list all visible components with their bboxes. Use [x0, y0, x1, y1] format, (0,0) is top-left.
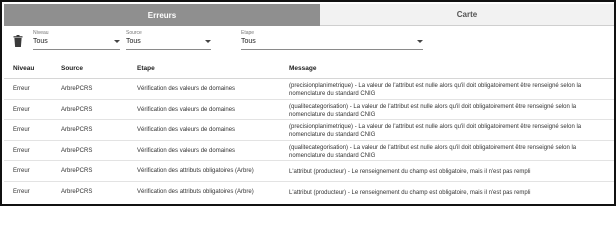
source-value: Tous — [126, 38, 141, 45]
etape-underline — [241, 49, 423, 50]
niveau-label: Niveau — [33, 30, 49, 36]
etape-select[interactable]: Etape Tous — [241, 30, 423, 52]
header-niveau[interactable]: Niveau — [13, 65, 34, 72]
cell-etape: Vérification des valeurs de domaines — [137, 147, 236, 154]
errors-table: Niveau Source Etape Message Erreur Arbre… — [4, 59, 614, 202]
cell-niveau: Erreur — [13, 168, 30, 174]
source-label: Source — [126, 30, 142, 36]
table-row[interactable]: Erreur ArbrePCRS Vérification des attrib… — [4, 161, 614, 182]
table-row[interactable]: Erreur ArbrePCRS Vérification des attrib… — [4, 182, 614, 203]
cell-etape: Vérification des valeurs de domaines — [137, 86, 236, 92]
trash-icon[interactable] — [13, 35, 23, 47]
cell-source: ArbrePCRS — [61, 86, 93, 92]
cell-message: (precisionplanimetrique) - La valeur de … — [289, 83, 582, 97]
chevron-down-icon — [417, 40, 423, 43]
cell-message: (precisionplanimetrique) - La valeur de … — [289, 124, 582, 138]
cell-niveau: Erreur — [13, 147, 30, 154]
source-select[interactable]: Source Tous — [126, 30, 211, 52]
niveau-value: Tous — [33, 38, 48, 45]
error-report-panel: Erreurs Carte Niveau Tous Source Tous Et… — [0, 0, 616, 206]
cell-source: ArbrePCRS — [61, 127, 93, 133]
cell-source: ArbrePCRS — [61, 106, 93, 113]
cell-etape: Vérification des valeurs de domaines — [137, 106, 236, 113]
cell-source: ArbrePCRS — [61, 147, 93, 154]
filter-bar: Niveau Tous Source Tous Etape Tous — [4, 26, 614, 56]
cell-source: ArbrePCRS — [61, 188, 93, 195]
cell-niveau: Erreur — [13, 127, 30, 133]
tab-carte[interactable]: Carte — [320, 4, 614, 26]
etape-label: Etape — [241, 30, 255, 36]
chevron-down-icon — [114, 40, 120, 43]
cell-etape: Vérification des valeurs de domaines — [137, 127, 236, 133]
chevron-down-icon — [205, 40, 211, 43]
header-source[interactable]: Source — [61, 65, 83, 72]
cell-message: (qualitecategorisation) - La valeur de l… — [289, 144, 577, 159]
cell-message: L'attribut (producteur) - Le renseigneme… — [289, 189, 531, 196]
etape-value: Tous — [241, 38, 256, 45]
table-row[interactable]: Erreur ArbrePCRS Vérification des valeur… — [4, 100, 614, 120]
cell-etape: Vérification des attributs obligatoires … — [137, 168, 254, 174]
niveau-select[interactable]: Niveau Tous — [33, 30, 120, 52]
cell-niveau: Erreur — [13, 106, 30, 113]
cell-niveau: Erreur — [13, 188, 30, 195]
cell-source: ArbrePCRS — [61, 168, 93, 174]
table-row[interactable]: Erreur ArbrePCRS Vérification des valeur… — [4, 120, 614, 141]
source-underline — [126, 49, 211, 50]
table-header: Niveau Source Etape Message — [4, 59, 614, 79]
cell-message: (qualitecategorisation) - La valeur de l… — [289, 103, 577, 118]
tab-bar: Erreurs Carte — [4, 4, 614, 26]
tab-erreurs[interactable]: Erreurs — [4, 4, 320, 26]
table-row[interactable]: Erreur ArbrePCRS Vérification des valeur… — [4, 141, 614, 161]
cell-etape: Vérification des attributs obligatoires … — [137, 188, 254, 195]
table-row[interactable]: Erreur ArbrePCRS Vérification des valeur… — [4, 79, 614, 100]
header-etape[interactable]: Etape — [137, 65, 155, 72]
header-message[interactable]: Message — [289, 65, 316, 72]
cell-niveau: Erreur — [13, 86, 30, 92]
niveau-underline — [33, 49, 120, 50]
